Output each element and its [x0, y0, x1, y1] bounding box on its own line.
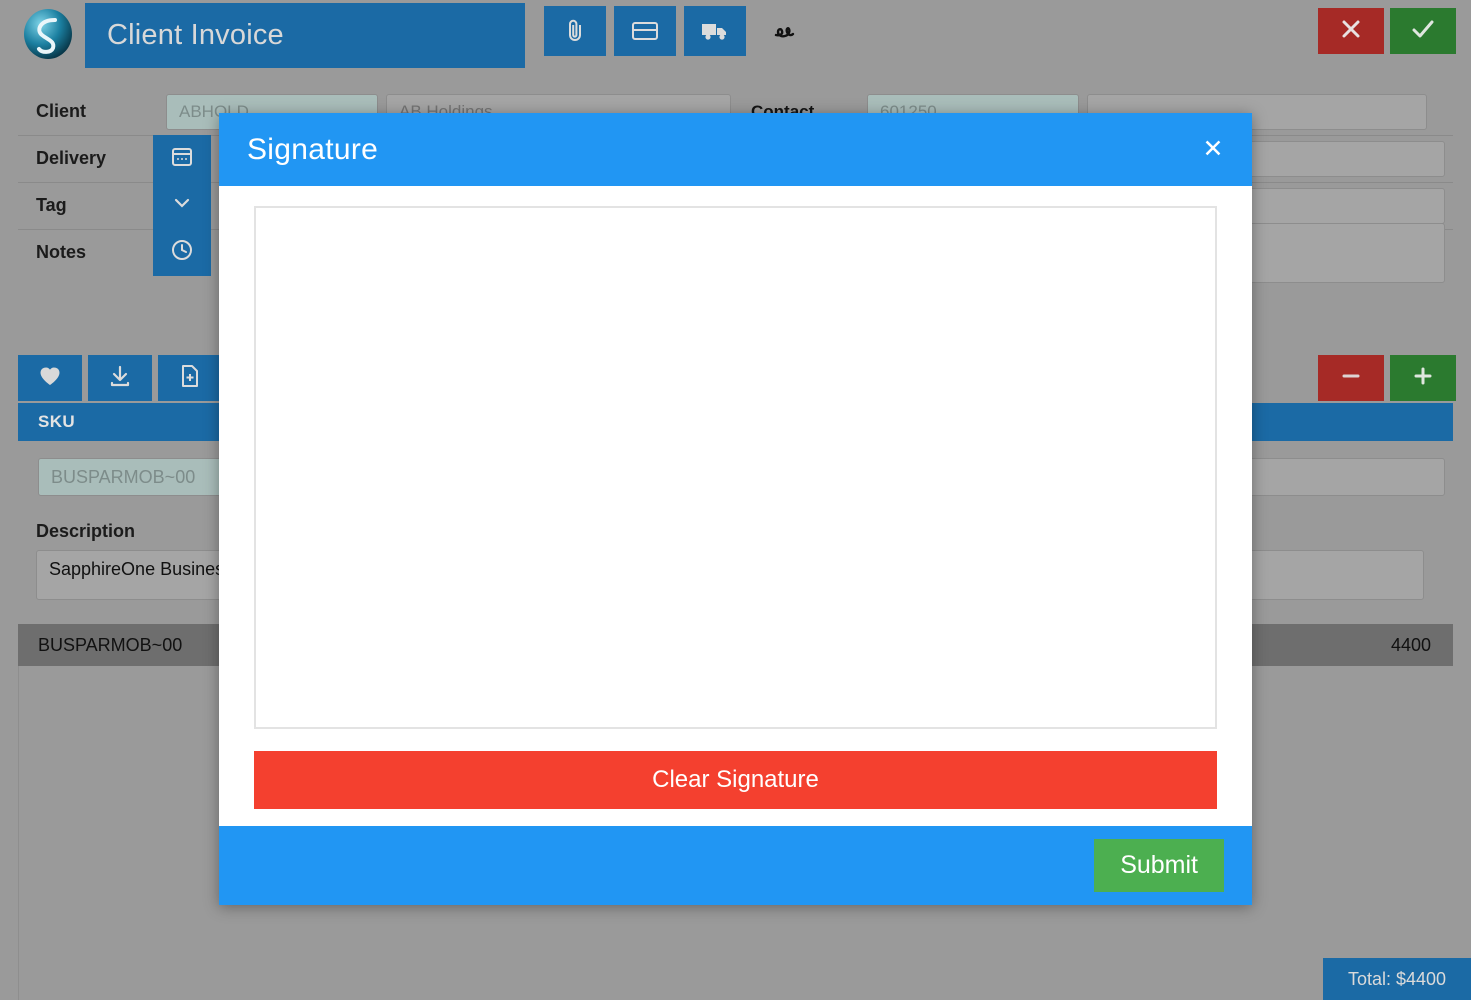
- close-icon[interactable]: ✕: [1198, 135, 1228, 165]
- signature-canvas[interactable]: [254, 206, 1217, 729]
- dialog-title: Signature: [247, 132, 379, 166]
- attachment-button[interactable]: [544, 6, 606, 56]
- heart-icon: [38, 365, 62, 392]
- form-label-tag: Tag: [36, 195, 67, 215]
- document-add-icon: [179, 364, 201, 393]
- page-title-tab[interactable]: Client Invoice: [85, 3, 525, 68]
- favourite-button[interactable]: [18, 355, 82, 401]
- download-icon: [108, 364, 132, 393]
- submit-button[interactable]: Submit: [1094, 839, 1224, 892]
- total-label: Total: $4400: [1347, 968, 1447, 989]
- chevron-down-icon: [171, 192, 193, 219]
- checkmark-icon: [1410, 17, 1436, 46]
- dialog-header: Signature ✕: [219, 113, 1252, 186]
- new-line-button[interactable]: [158, 355, 222, 401]
- clock-icon: [170, 238, 194, 267]
- signature-button[interactable]: [754, 6, 816, 56]
- payment-button[interactable]: [614, 6, 676, 56]
- total-badge: Total: $4400: [1323, 958, 1471, 1000]
- paperclip-icon: [564, 18, 586, 44]
- notes-timestamp-button[interactable]: [152, 229, 211, 276]
- form-label-client: Client: [36, 101, 87, 121]
- form-label-notes: Notes: [36, 242, 87, 262]
- truck-icon: [700, 20, 730, 42]
- signature-dialog: Signature ✕ Clear Signature Submit: [219, 113, 1252, 905]
- clear-signature-button[interactable]: Clear Signature: [254, 751, 1217, 809]
- plus-icon: [1411, 364, 1435, 393]
- close-x-icon: [1339, 17, 1363, 46]
- column-header-sku: SKU: [38, 412, 76, 431]
- cancel-button[interactable]: [1318, 8, 1384, 54]
- signature-icon: [770, 19, 800, 43]
- calendar-icon: [171, 145, 193, 172]
- add-line-button[interactable]: [1390, 355, 1456, 401]
- sapphireone-logo-icon: [22, 8, 74, 60]
- page-title: Client Invoice: [107, 19, 284, 51]
- delivery-date-picker-button[interactable]: [152, 135, 211, 182]
- delivery-button[interactable]: [684, 6, 746, 56]
- confirm-button[interactable]: [1390, 8, 1456, 54]
- form-label-delivery: Delivery: [36, 148, 107, 168]
- dialog-body: Clear Signature: [219, 186, 1252, 826]
- remove-line-button[interactable]: [1318, 355, 1384, 401]
- credit-card-icon: [631, 20, 659, 42]
- minus-icon: [1339, 364, 1363, 393]
- tag-dropdown-button[interactable]: [152, 182, 211, 229]
- top-toolbar: Client Invoice: [0, 0, 1471, 70]
- table-cell-amount: 4400: [1390, 634, 1431, 655]
- dialog-footer: Submit: [219, 826, 1252, 905]
- download-button[interactable]: [88, 355, 152, 401]
